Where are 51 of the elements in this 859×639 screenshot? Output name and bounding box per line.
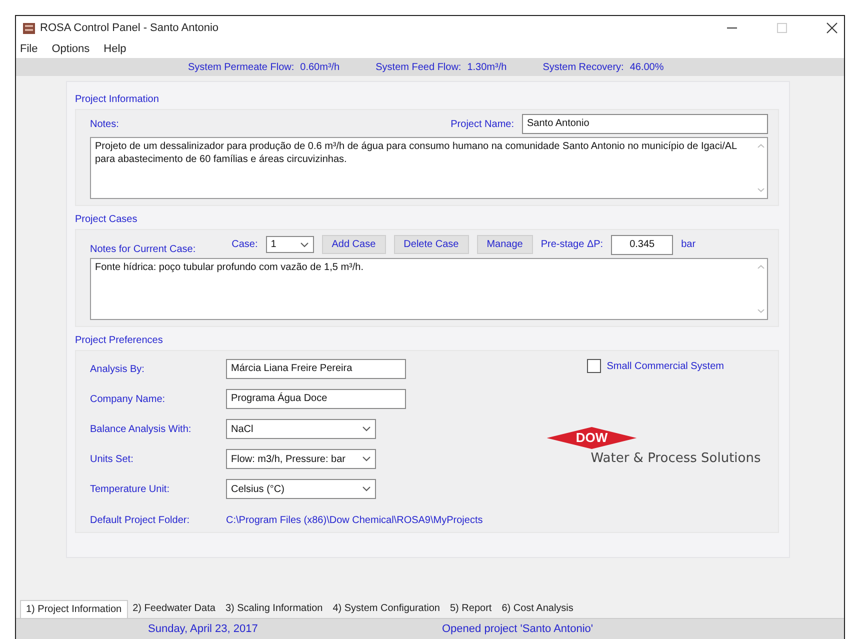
notes-field[interactable]: Projeto de um dessalinizador para produção de 0.6 m³/h de água para consumo humano na comunidade Santo Antonio no município de Igaci/AL para abastecimento de 60 famílias e áreas circuvizinhas. (90, 137, 768, 199)
field-label: Units Set: (90, 454, 134, 464)
text-field[interactable]: Programa Água Doce (226, 389, 406, 409)
field-label: Project Name: (450, 118, 514, 130)
app-icon (22, 21, 36, 35)
field-label: Pre-stage ΔP: (540, 239, 604, 250)
case-button[interactable]: Add Case (322, 235, 386, 254)
summary-value: 0.60m³/h (300, 62, 340, 72)
tab[interactable]: 1) Project Information (20, 600, 128, 618)
caret-icon (362, 456, 371, 462)
logo-tagline: Water & Process Solutions (590, 451, 762, 466)
menu-item[interactable]: Options (52, 43, 90, 55)
group-title: Project Preferences (75, 335, 164, 346)
dropdown[interactable]: Celsius (°C) (226, 479, 376, 499)
window-title: ROSA Control Panel - Santo Antonio (40, 22, 219, 34)
caret-icon (300, 242, 309, 248)
summary-label: System Feed Flow: (376, 62, 462, 72)
group-title: Project Cases (75, 214, 138, 225)
status-text: Sunday, April 23, 2017 (148, 623, 259, 635)
field-label: Default Project Folder: (90, 515, 190, 526)
dropdown[interactable]: NaCl (226, 419, 376, 439)
caret-icon (362, 426, 371, 432)
case-button[interactable]: Delete Case (394, 235, 469, 254)
summary-label: System Recovery: (542, 62, 624, 72)
checkbox-label: Small Commercial System (606, 360, 724, 372)
field-label: Analysis By: (90, 364, 146, 374)
group-title: Project Information (75, 94, 160, 105)
field-label: Temperature Unit: (90, 484, 170, 494)
unit-label: bar (681, 239, 696, 250)
case-button[interactable]: Manage (476, 235, 533, 254)
field-label: Balance Analysis With: (90, 424, 192, 434)
project-name-field[interactable]: Santo Antonio (522, 114, 768, 134)
case-notes-field[interactable]: Fonte hídrica: poço tubular profundo com vazão de 1,5 m³/h. (90, 258, 768, 320)
case-dropdown[interactable]: 1 (266, 236, 314, 253)
caret-icon (362, 486, 371, 492)
summary-label: System Permeate Flow: (188, 62, 294, 72)
field-label: Case: (232, 239, 258, 250)
text-field[interactable]: Márcia Liana Freire Pereira (226, 359, 406, 379)
checkbox[interactable] (586, 359, 601, 373)
field-label: Company Name: (90, 394, 166, 404)
close-icon[interactable] (826, 22, 838, 34)
status-text: Opened project 'Santo Antonio' (442, 623, 593, 635)
summary-value: 1.30m³/h (467, 62, 507, 72)
summary-value: 46.00% (630, 62, 664, 72)
field-label: Notes: (90, 118, 119, 130)
prestage-field[interactable]: 0.345 (611, 234, 674, 254)
menu-item[interactable]: Help (104, 43, 126, 55)
folder-path: C:\Program Files (x86)\Dow Chemical\ROSA9\MyProjects (226, 515, 483, 526)
menu-item[interactable]: File (20, 43, 38, 55)
field-label: Notes for Current Case: (90, 244, 196, 255)
dropdown[interactable]: Flow: m3/h, Pressure: bar (226, 449, 376, 469)
